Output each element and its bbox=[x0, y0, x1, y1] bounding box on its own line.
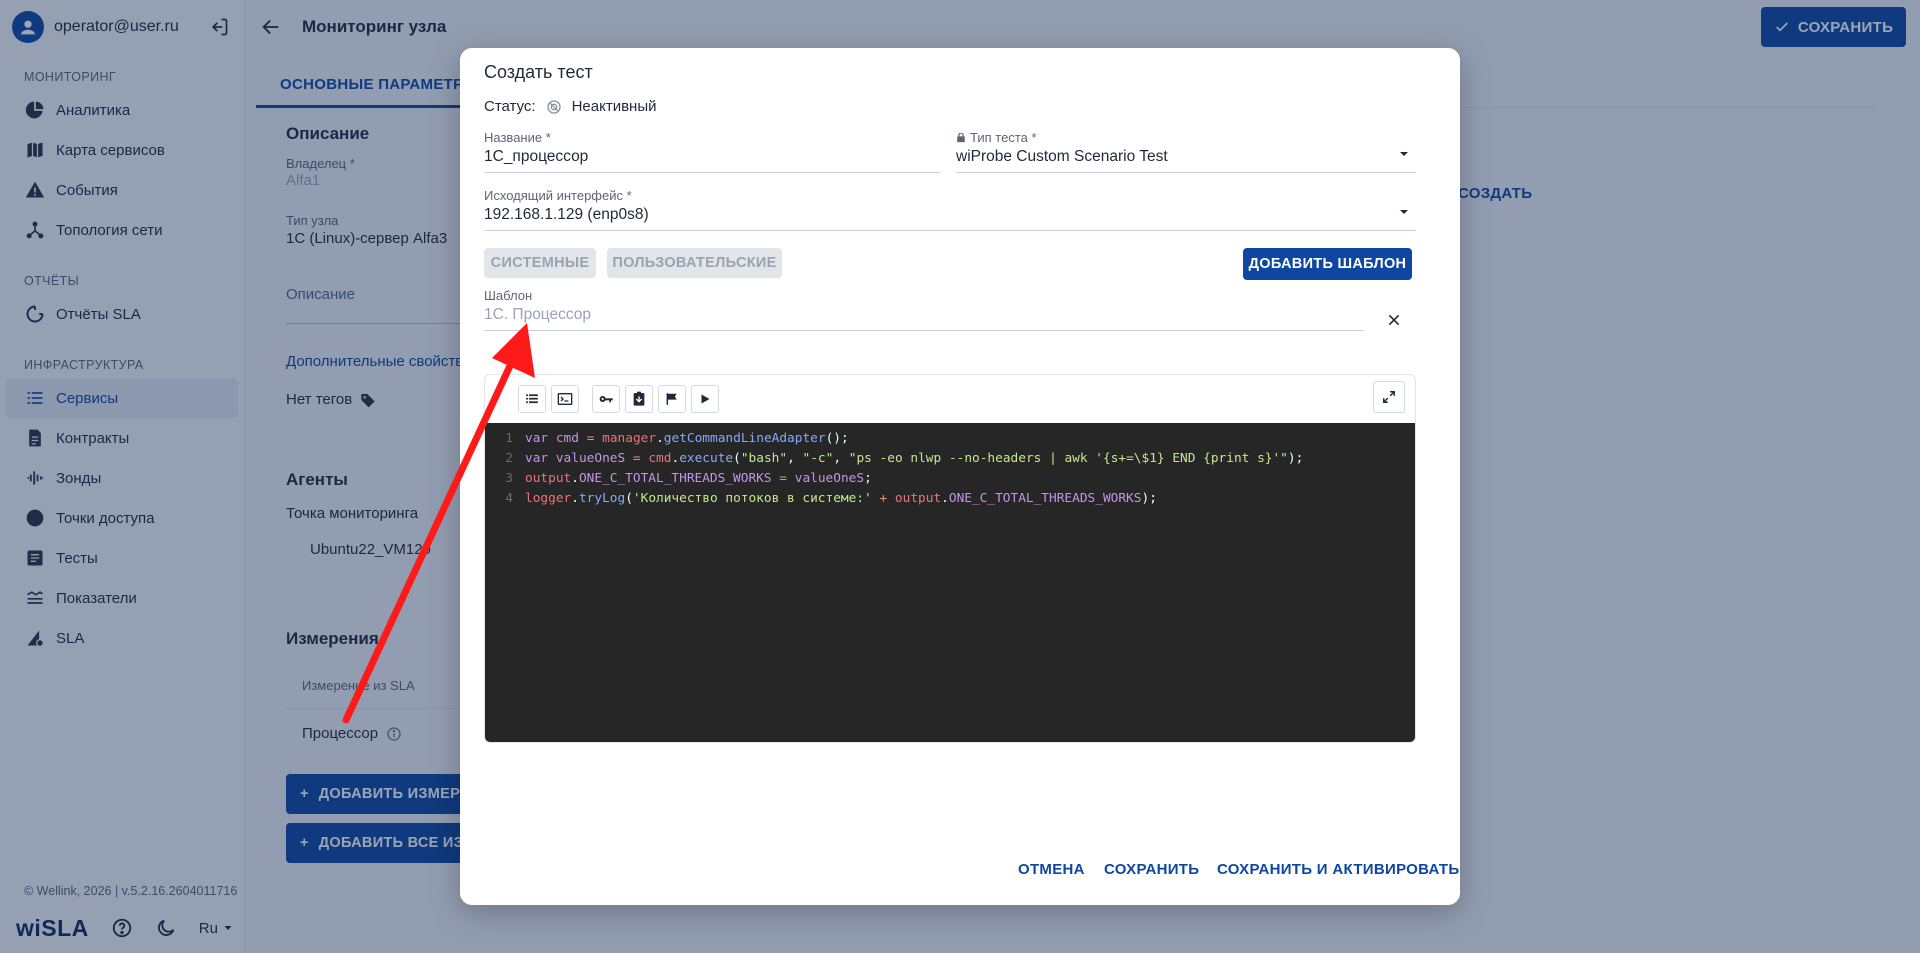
code-text: var cmd = manager.getCommandLineAdapter(… bbox=[525, 430, 849, 446]
code-area[interactable]: 1 var cmd = manager.getCommandLineAdapter… bbox=[485, 423, 1415, 742]
template-label: Шаблон bbox=[484, 288, 533, 303]
dialog-title: Создать тест bbox=[484, 62, 593, 82]
test-type-label: Тип теста * bbox=[970, 130, 1037, 145]
code-line: 1 var cmd = manager.getCommandLineAdapter… bbox=[485, 428, 1415, 448]
flag-icon[interactable] bbox=[658, 385, 686, 413]
name-label: Название * bbox=[484, 130, 551, 145]
line-number: 4 bbox=[505, 490, 513, 506]
test-type-select[interactable]: Тип теста * wiProbe Custom Scenario Test bbox=[956, 130, 1416, 173]
test-type-value: wiProbe Custom Scenario Test bbox=[956, 148, 1168, 165]
inactive-status-icon bbox=[546, 99, 562, 115]
template-field[interactable]: Шаблон 1С. Процессор bbox=[484, 288, 1364, 331]
template-value: 1С. Процессор bbox=[484, 306, 592, 323]
editor-toolbar bbox=[485, 375, 1415, 423]
line-number: 2 bbox=[505, 450, 513, 466]
system-templates-button[interactable]: СИСТЕМНЫЕ bbox=[484, 248, 596, 278]
key-icon[interactable] bbox=[592, 385, 620, 413]
list-view-icon[interactable] bbox=[518, 385, 546, 413]
interface-select[interactable]: Исходящий интерфейс * 192.168.1.129 (enp… bbox=[484, 188, 1416, 231]
line-number: 3 bbox=[505, 470, 513, 486]
cancel-button[interactable]: ОТМЕНА bbox=[1018, 861, 1085, 878]
code-editor[interactable]: 1 var cmd = manager.getCommandLineAdapter… bbox=[484, 374, 1416, 743]
code-text: output.ONE_C_TOTAL_THREADS_WORKS = value… bbox=[525, 470, 872, 486]
save-dialog-button[interactable]: СОХРАНИТЬ bbox=[1104, 861, 1199, 878]
dropdown-arrow-icon bbox=[1400, 210, 1408, 214]
dropdown-arrow-icon bbox=[1400, 152, 1408, 156]
clipboard-download-icon[interactable] bbox=[625, 385, 653, 413]
run-icon[interactable] bbox=[691, 385, 719, 413]
line-number: 1 bbox=[505, 430, 513, 446]
test-type-label-row: Тип теста * bbox=[956, 130, 1416, 145]
create-test-dialog: Создать тест Статус: Неактивный Название… bbox=[460, 48, 1460, 905]
code-line: 4 logger.tryLog('Количество потоков в сис… bbox=[485, 488, 1415, 508]
fullscreen-icon[interactable] bbox=[1373, 381, 1405, 413]
status-label: Статус: bbox=[484, 98, 536, 115]
interface-label: Исходящий интерфейс * bbox=[484, 188, 632, 203]
code-line: 3 output.ONE_C_TOTAL_THREADS_WORKS = valu… bbox=[485, 468, 1415, 488]
user-templates-button[interactable]: ПОЛЬЗОВАТЕЛЬСКИЕ bbox=[607, 248, 782, 278]
interface-value: 192.168.1.129 (enp0s8) bbox=[484, 206, 649, 223]
code-text: var valueOneS = cmd.execute("bash", "-c"… bbox=[525, 450, 1304, 466]
code-line: 2 var valueOneS = cmd.execute("bash", "-c… bbox=[485, 448, 1415, 468]
status-row: Статус: Неактивный bbox=[484, 98, 657, 115]
lock-icon bbox=[957, 132, 965, 142]
name-input[interactable]: 1С_процессор bbox=[484, 148, 940, 172]
terminal-icon[interactable] bbox=[551, 385, 579, 413]
name-field[interactable]: Название * 1С_процессор bbox=[484, 130, 940, 173]
status-value: Неактивный bbox=[571, 98, 657, 115]
save-and-activate-button[interactable]: СОХРАНИТЬ И АКТИВИРОВАТЬ bbox=[1217, 861, 1459, 878]
add-template-button[interactable]: ДОБАВИТЬ ШАБЛОН bbox=[1243, 248, 1412, 280]
code-text: logger.tryLog('Количество потоков в сист… bbox=[525, 490, 1157, 506]
clear-template-icon[interactable] bbox=[1382, 308, 1406, 332]
